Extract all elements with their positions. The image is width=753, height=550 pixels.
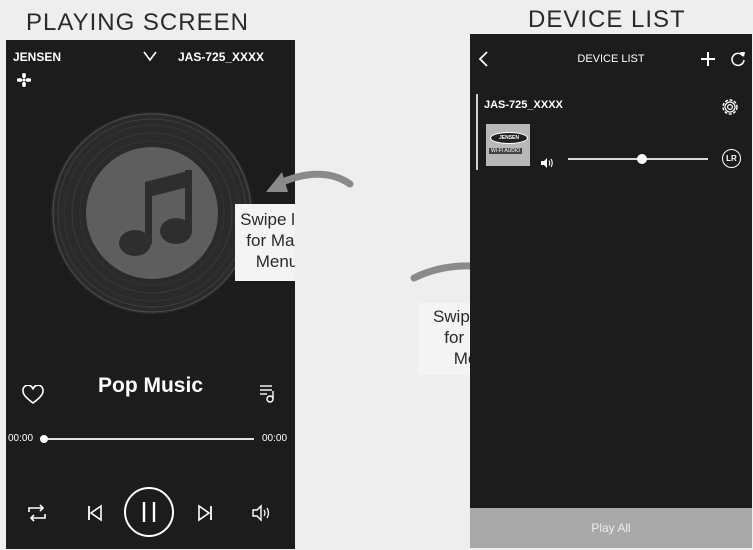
channel-lr-badge[interactable]: LR xyxy=(722,149,741,168)
caption-device-list: DEVICE LIST xyxy=(528,6,686,33)
callout-left-line-2: for Main xyxy=(246,231,295,250)
device-thumbnail: JENSEN WI-FI AUDIO xyxy=(486,124,530,166)
gear-icon[interactable] xyxy=(719,96,741,118)
playlist-icon[interactable] xyxy=(258,382,278,404)
progress-knob[interactable] xyxy=(40,435,48,443)
time-total: 00:00 xyxy=(262,433,288,444)
device-item-name: JAS-725_XXXX xyxy=(484,99,563,111)
play-all-button[interactable]: Play All xyxy=(470,508,752,548)
device-list-screen: DEVICE LIST JAS-725_XXXX JENSEN WI-FI AU… xyxy=(470,34,752,548)
fan-menu-icon[interactable] xyxy=(16,72,32,88)
refresh-icon[interactable] xyxy=(729,50,747,68)
device-item-accent xyxy=(476,94,478,170)
callout-swipe-left: Swipe left for Main Menu xyxy=(235,204,295,281)
plus-icon[interactable] xyxy=(699,50,717,68)
play-all-label: Play All xyxy=(591,521,631,535)
chevron-down-icon[interactable] xyxy=(142,50,158,62)
swipe-left-arrow xyxy=(266,170,354,192)
volume-slider-knob[interactable] xyxy=(637,154,648,164)
brand-label: JENSEN xyxy=(13,50,62,64)
speaker-volume-icon[interactable] xyxy=(250,503,272,523)
device-item[interactable]: JAS-725_XXXX JENSEN WI-FI AUDIO LR xyxy=(476,94,746,172)
pause-icon[interactable] xyxy=(123,486,175,538)
skip-previous-icon[interactable] xyxy=(86,504,104,522)
callout-left-line-3: Menu xyxy=(255,252,295,271)
caption-playing-screen: PLAYING SCREEN xyxy=(26,9,249,36)
device-name[interactable]: JAS-725_XXXX xyxy=(178,50,264,64)
thumb-brand-text: JENSEN xyxy=(498,135,519,141)
channel-label: LR xyxy=(726,154,737,163)
skip-next-icon[interactable] xyxy=(196,504,214,522)
device-volume-slider[interactable] xyxy=(568,154,708,164)
progress-bar[interactable] xyxy=(40,435,254,443)
playing-screen: JENSEN JAS-725_XXXX Swipe left for Main … xyxy=(6,40,295,549)
track-title: Pop Music xyxy=(97,374,203,397)
thumb-subtitle: WI-FI AUDIO xyxy=(489,148,523,154)
time-elapsed: 00:00 xyxy=(8,433,34,444)
callout-left-line-1: Swipe left xyxy=(240,210,295,229)
speaker-volume-icon xyxy=(541,158,553,168)
repeat-icon[interactable] xyxy=(26,503,48,523)
thumb-brand-logo: JENSEN xyxy=(490,132,528,144)
